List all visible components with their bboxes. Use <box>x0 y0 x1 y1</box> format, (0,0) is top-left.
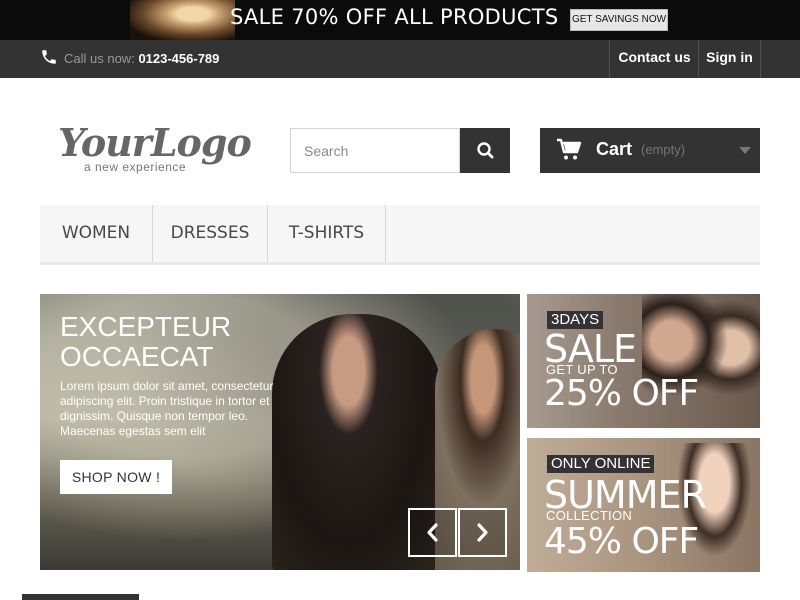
logo-text: YourLogo <box>58 120 252 165</box>
chevron-right-icon <box>477 523 488 542</box>
call-label: Call us now: <box>64 51 135 66</box>
slider-title-line-2: OCCAECAT <box>60 341 214 372</box>
search-icon <box>477 142 494 159</box>
main-menu: WOMEN DRESSES T-SHIRTS <box>40 205 760 265</box>
search-input[interactable] <box>290 128 460 173</box>
slider-title-line-1: EXCEPTEUR <box>60 311 232 342</box>
slider-next-button[interactable] <box>458 508 507 557</box>
banner-discount: 25% OFF <box>544 373 699 414</box>
cart-label: Cart <box>596 139 633 159</box>
chevron-down-icon[interactable] <box>739 147 751 154</box>
menu-item-women[interactable]: WOMEN <box>40 205 153 262</box>
sign-in-link[interactable]: Sign in <box>698 40 761 78</box>
sale-banner[interactable]: 3DAYS SALE GET UP TO 25% OFF <box>527 294 760 428</box>
slider-prev-button[interactable] <box>408 508 457 557</box>
contact-us-link[interactable]: Contact us <box>609 40 699 78</box>
top-nav: Call us now: 0123-456-789 Contact us Sig… <box>0 40 800 78</box>
promo-banner[interactable]: SALE 70% OFF ALL PRODUCTS GET SAVINGS NO… <box>0 0 800 40</box>
bottom-tab[interactable] <box>22 594 139 600</box>
hero-slider: EXCEPTEUR OCCAECAT Lorem ipsum dolor sit… <box>40 294 520 570</box>
phone-icon <box>42 50 56 64</box>
promo-model-image <box>130 0 235 40</box>
logo[interactable]: YourLogo a new experience <box>56 120 252 176</box>
phone-number: 0123-456-789 <box>138 51 220 66</box>
shop-now-button[interactable]: SHOP NOW ! <box>60 460 172 494</box>
cart-button[interactable]: Cart (empty) <box>540 128 760 173</box>
chevron-left-icon <box>427 523 438 542</box>
search-button[interactable] <box>460 128 510 173</box>
logo-tagline: a new experience <box>84 160 187 174</box>
cart-status: (empty) <box>641 142 686 157</box>
promo-title: SALE 70% OFF ALL PRODUCTS <box>230 5 559 29</box>
banner-tag: ONLY ONLINE <box>547 455 655 473</box>
search-bar <box>290 128 510 173</box>
summer-banner[interactable]: ONLY ONLINE SUMMER COLLECTION 45% OFF <box>527 438 760 572</box>
get-savings-button[interactable]: GET SAVINGS NOW <box>570 9 668 31</box>
call-us-text: Call us now: 0123-456-789 <box>64 51 219 66</box>
menu-item-tshirts[interactable]: T-SHIRTS <box>268 205 386 262</box>
cart-icon <box>557 138 582 160</box>
banner-discount: 45% OFF <box>544 521 699 562</box>
menu-item-dresses[interactable]: DRESSES <box>153 205 268 262</box>
slider-description: Lorem ipsum dolor sit amet, consectetur … <box>60 379 274 438</box>
slider-title: EXCEPTEUR OCCAECAT <box>60 312 280 372</box>
